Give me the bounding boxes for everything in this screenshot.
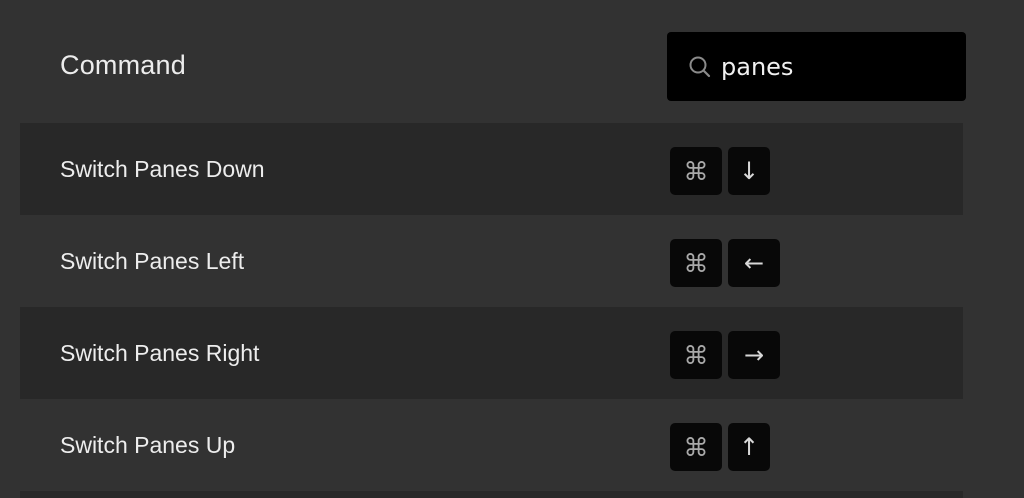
arrow-left-key-icon: ← xyxy=(728,239,780,287)
commands-list: Switch Panes Down ⌘ ↓ Switch Panes Left … xyxy=(20,123,963,498)
command-label: Switch Panes Left xyxy=(60,248,245,274)
search-input[interactable] xyxy=(721,50,951,84)
shortcuts-header: Command xyxy=(0,0,1024,123)
command-row[interactable]: Switch Panes Up ⌘ ↑ xyxy=(20,399,963,491)
command-key-icon: ⌘ xyxy=(670,423,722,471)
arrow-up-key-icon: ↑ xyxy=(728,423,770,471)
keyboard-shortcuts-panel: Command Switch Panes Down ⌘ ↓ Switch Pan… xyxy=(0,0,1024,498)
command-key-icon: ⌘ xyxy=(670,239,722,287)
command-label: Switch Panes Up xyxy=(60,432,236,458)
shortcut-keys: ⌘ → xyxy=(670,331,780,379)
shortcut-keys: ⌘ ↓ xyxy=(670,147,770,195)
command-row[interactable]: Switch Panes Left ⌘ ← xyxy=(20,215,963,307)
command-label: Switch Panes Down xyxy=(60,156,265,182)
command-row[interactable]: Switch Panes Down ⌘ ↓ xyxy=(20,123,963,215)
command-label: Switch Panes Right xyxy=(60,340,260,366)
arrow-right-key-icon: → xyxy=(728,331,780,379)
arrow-down-key-icon: ↓ xyxy=(728,147,770,195)
command-row-partial xyxy=(20,491,963,498)
shortcut-keys: ⌘ ↑ xyxy=(670,423,770,471)
command-row[interactable]: Switch Panes Right ⌘ → xyxy=(20,307,963,399)
shortcut-keys: ⌘ ← xyxy=(670,239,780,287)
command-key-icon: ⌘ xyxy=(670,147,722,195)
command-key-icon: ⌘ xyxy=(670,331,722,379)
column-title-command: Command xyxy=(60,50,186,80)
search-icon xyxy=(689,56,711,78)
